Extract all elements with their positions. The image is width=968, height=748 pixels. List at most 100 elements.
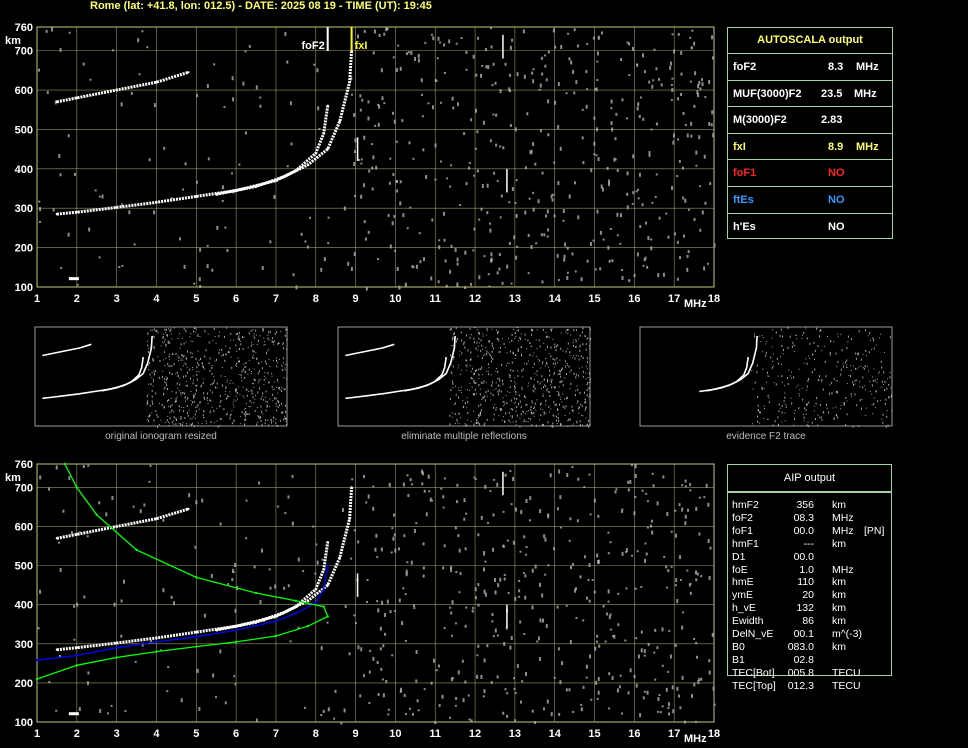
- noise-dot: [544, 573, 547, 576]
- noise-dot: [454, 704, 457, 707]
- noise-dot: [629, 479, 632, 484]
- noise-dot: [461, 659, 464, 663]
- noise-dot: [351, 478, 354, 481]
- trace-point: [115, 646, 118, 649]
- noise-dot: [541, 593, 544, 598]
- noise-dot: [681, 675, 684, 680]
- noise-dot: [589, 513, 592, 516]
- noise-dot: [598, 559, 601, 564]
- noise-dot: [707, 538, 710, 543]
- noise-dot: [430, 499, 433, 502]
- noise-dot: [559, 526, 562, 529]
- noise-dot: [463, 517, 466, 521]
- noise-dot: [111, 495, 114, 500]
- noise-dot: [366, 600, 369, 603]
- noise-dot: [406, 561, 409, 564]
- noise-dot: [463, 498, 466, 503]
- noise-dot: [539, 618, 542, 623]
- noise-dot: [432, 658, 435, 663]
- noise-dot: [700, 575, 703, 578]
- noise-dot: [327, 707, 330, 712]
- noise-dot: [634, 464, 637, 469]
- y-tick-label: 400: [15, 600, 33, 612]
- noise-dot: [543, 534, 546, 539]
- noise-dot: [621, 551, 624, 556]
- noise-dot: [353, 614, 356, 617]
- noise-dot: [483, 589, 486, 594]
- noise-dot: [596, 697, 599, 700]
- noise-dot: [462, 698, 465, 703]
- noise-dot: [667, 702, 670, 707]
- noise-dot: [343, 708, 346, 713]
- noise-dot: [694, 720, 697, 723]
- autoscala-row: M(3000)F2 2.83: [728, 107, 892, 134]
- noise-dot: [695, 506, 698, 511]
- noise-dot: [585, 676, 588, 679]
- noise-dot: [374, 547, 377, 552]
- noise-dot: [83, 595, 86, 599]
- noise-dot: [558, 469, 561, 474]
- noise-dot: [537, 636, 540, 641]
- x-tick-label: 8: [313, 728, 319, 740]
- noise-dot: [709, 546, 712, 550]
- trace-point: [234, 640, 238, 644]
- noise-dot: [404, 593, 407, 596]
- noise-dot: [571, 465, 574, 468]
- noise-dot: [413, 528, 416, 533]
- noise-dot: [385, 679, 388, 683]
- aip-unit: km: [832, 576, 846, 589]
- noise-dot: [663, 555, 666, 558]
- noise-dot: [542, 618, 545, 623]
- noise-dot: [585, 664, 588, 669]
- trace-point: [282, 611, 286, 614]
- noise-dot: [224, 701, 227, 705]
- noise-dot: [593, 498, 596, 503]
- noise-dot: [509, 470, 512, 473]
- noise-dot: [450, 634, 453, 637]
- noise-dot: [524, 574, 527, 578]
- trace-point: [195, 576, 198, 579]
- noise-dot: [76, 602, 79, 607]
- noise-dot: [357, 540, 360, 544]
- noise-dot: [454, 526, 457, 530]
- noise-dot: [684, 479, 687, 483]
- autoscala-param-label: fxI: [733, 140, 746, 153]
- trace-point: [115, 656, 118, 659]
- noise-dot: [363, 674, 366, 678]
- aip-row: h_vE 132 km: [732, 602, 892, 615]
- aip-unit: km: [832, 537, 846, 550]
- noise-dot: [529, 496, 532, 501]
- noise-dot: [422, 574, 425, 578]
- noise-dot: [444, 477, 447, 480]
- noise-dot: [675, 533, 678, 538]
- noise-dot: [340, 721, 343, 725]
- noise-dot: [398, 598, 401, 603]
- noise-dot: [682, 611, 685, 614]
- noise-dot: [696, 655, 699, 659]
- trace-point: [55, 537, 59, 540]
- noise-dot: [687, 508, 690, 512]
- noise-dot: [506, 714, 509, 718]
- noise-dot: [341, 508, 344, 513]
- noise-dot: [672, 709, 675, 714]
- noise-dot: [486, 644, 489, 648]
- noise-dot: [514, 719, 517, 722]
- noise-dot: [698, 532, 701, 536]
- noise-dot: [531, 568, 534, 573]
- noise-dot: [350, 557, 353, 560]
- noise-dot: [48, 681, 51, 684]
- noise-dot: [480, 674, 483, 679]
- y-tick-label: 700: [15, 482, 33, 494]
- noise-dot: [423, 489, 426, 493]
- x-tick-label: 3: [114, 728, 120, 740]
- noise-dot: [287, 495, 290, 499]
- noise-dot: [219, 649, 222, 654]
- trace-point: [322, 587, 325, 591]
- noise-dot: [417, 709, 420, 712]
- trace-point: [326, 564, 329, 567]
- aip-unit: MHz: [832, 563, 854, 576]
- noise-dot: [451, 600, 454, 605]
- noise-dot: [553, 676, 556, 679]
- trace-point: [195, 630, 198, 634]
- noise-dot: [577, 477, 580, 481]
